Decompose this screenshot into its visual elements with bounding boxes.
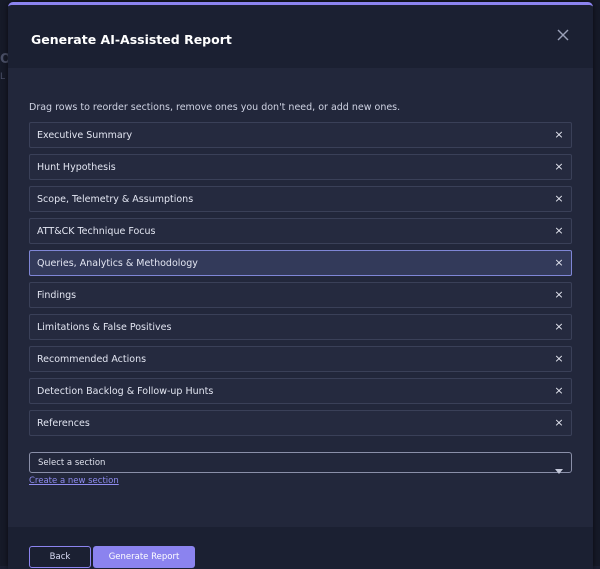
section-row-selected[interactable]: Queries, Analytics & Methodology × [29, 250, 572, 276]
section-label: Recommended Actions [37, 354, 147, 365]
section-row[interactable]: Limitations & False Positives × [29, 314, 572, 340]
section-list: Executive Summary × Hunt Hypothesis × Sc… [29, 122, 572, 442]
modal-header: Generate AI-Assisted Report [8, 5, 593, 68]
report-modal: Generate AI-Assisted Report Drag rows to… [8, 2, 593, 569]
background-fragment: L [0, 72, 6, 82]
remove-section-button[interactable]: × [553, 129, 565, 141]
generate-report-button[interactable]: Generate Report [93, 546, 195, 568]
section-label: Findings [37, 290, 77, 301]
remove-section-button[interactable]: × [553, 321, 565, 333]
remove-section-button[interactable]: × [553, 225, 565, 237]
close-icon[interactable] [554, 26, 572, 44]
create-section-link[interactable]: Create a new section [29, 476, 119, 486]
remove-section-button[interactable]: × [553, 385, 565, 397]
section-label: Detection Backlog & Follow-up Hunts [37, 386, 214, 397]
remove-section-button[interactable]: × [553, 417, 565, 429]
section-row[interactable]: Findings × [29, 282, 572, 308]
section-label: Scope, Telemetry & Assumptions [37, 194, 194, 205]
back-button[interactable]: Back [29, 546, 91, 568]
add-section-select[interactable]: Select a section [29, 452, 572, 474]
add-section-select-value: Select a section [38, 458, 106, 468]
section-row[interactable]: Scope, Telemetry & Assumptions × [29, 186, 572, 212]
remove-section-button[interactable]: × [553, 161, 565, 173]
section-row[interactable]: Detection Backlog & Follow-up Hunts × [29, 378, 572, 404]
modal-footer: Back Generate Report [8, 527, 593, 569]
section-label: Limitations & False Positives [37, 322, 172, 333]
instructions-text: Drag rows to reorder sections, remove on… [29, 102, 401, 113]
section-label: Hunt Hypothesis [37, 162, 116, 173]
section-label: ATT&CK Technique Focus [37, 226, 156, 237]
section-row[interactable]: Hunt Hypothesis × [29, 154, 572, 180]
remove-section-button[interactable]: × [553, 353, 565, 365]
section-row[interactable]: ATT&CK Technique Focus × [29, 218, 572, 244]
section-label: Queries, Analytics & Methodology [37, 258, 198, 269]
remove-section-button[interactable]: × [553, 257, 565, 269]
remove-section-button[interactable]: × [553, 289, 565, 301]
chevron-down-icon [555, 460, 563, 474]
modal-title: Generate AI-Assisted Report [31, 32, 232, 47]
section-label: References [37, 418, 90, 429]
section-row[interactable]: Executive Summary × [29, 122, 572, 148]
section-row[interactable]: References × [29, 410, 572, 436]
section-row[interactable]: Recommended Actions × [29, 346, 572, 372]
remove-section-button[interactable]: × [553, 193, 565, 205]
section-label: Executive Summary [37, 130, 133, 141]
